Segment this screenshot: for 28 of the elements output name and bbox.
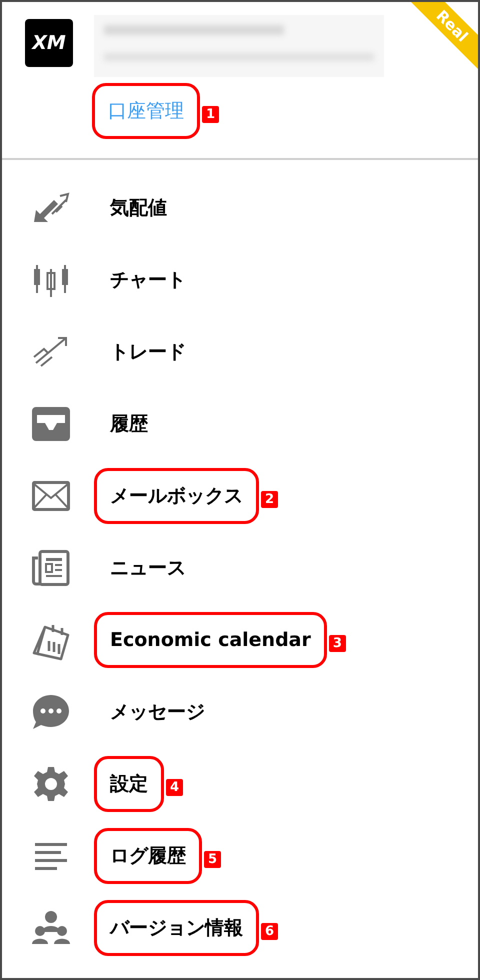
logo: XM <box>25 19 73 67</box>
callout-number: 4 <box>166 779 184 796</box>
menu-label[interactable]: ニュース <box>110 555 186 581</box>
speech-bubble-icon <box>32 694 70 730</box>
three-figures-icon <box>32 910 70 946</box>
menu-label[interactable]: バージョン情報 <box>110 915 243 941</box>
callout-number: 3 <box>328 635 346 652</box>
inbox-tray-icon <box>32 407 70 441</box>
callout-number: 2 <box>261 491 278 508</box>
menu-label[interactable]: 気配値 <box>110 195 167 221</box>
menu-label[interactable]: ログ履歴 <box>110 843 186 869</box>
menu-label[interactable]: 履歴 <box>110 411 148 437</box>
settings-icon <box>32 766 68 802</box>
callout-number: 6 <box>261 923 278 940</box>
menu-label[interactable]: メールボックス <box>110 483 243 509</box>
double-arrow-icon <box>32 192 70 224</box>
menu-label[interactable]: Economic calendar <box>110 627 311 653</box>
candlestick-icon <box>32 263 70 297</box>
menu-label[interactable]: トレード <box>110 339 186 365</box>
menu-label[interactable]: メッセージ <box>110 699 205 725</box>
menu-label[interactable]: チャート <box>110 267 186 293</box>
newspaper-icon <box>32 550 70 586</box>
callout-number: 5 <box>204 851 222 868</box>
envelope-icon <box>32 481 70 511</box>
trend-arrow-icon <box>32 335 70 369</box>
callout-number: 1 <box>202 106 220 123</box>
menu-label[interactable]: 設定 <box>110 771 148 797</box>
text-lines-icon <box>34 842 66 870</box>
